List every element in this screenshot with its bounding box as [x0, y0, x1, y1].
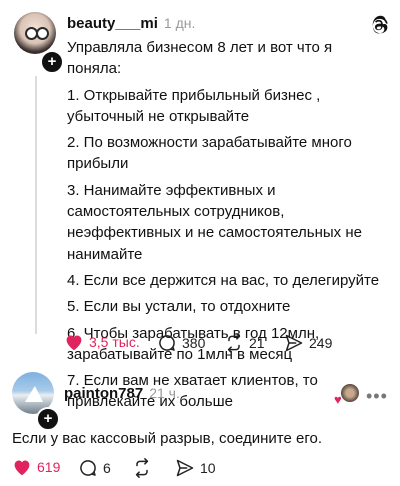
heart-icon [14, 460, 30, 476]
post-text: Управляла бизнесом 8 лет и вот что я пон… [67, 37, 389, 418]
post-time: 21 ч. [149, 385, 180, 401]
repost-button[interactable] [132, 458, 157, 478]
post-line: 1. Открывайте прибыльный бизнес , убыточ… [67, 86, 321, 125]
username[interactable]: painton787 [64, 385, 143, 402]
more-icon[interactable]: ••• [366, 386, 388, 407]
repost-count: 21 [249, 335, 265, 351]
like-count: 3,5 тыс. [89, 334, 140, 350]
share-count: 249 [309, 335, 333, 351]
share-count: 10 [200, 460, 216, 476]
post-line: 2. По возможности зарабатывайте много пр… [67, 134, 352, 173]
share-icon [285, 334, 303, 352]
heart-icon [66, 335, 82, 351]
reacted-user-avatar[interactable] [341, 384, 359, 402]
avatar[interactable] [14, 12, 56, 54]
reply-header: painton787 21 ч. [64, 385, 180, 403]
comment-icon [80, 460, 96, 476]
post-line: 3. Нанимайте эффективных и самостоятельн… [67, 181, 362, 263]
repost-icon [227, 333, 241, 353]
reply-text: Если у вас кассовый разрыв, соедините ег… [12, 430, 322, 447]
share-icon [176, 459, 194, 477]
thread-line [35, 76, 37, 334]
comment-icon [159, 335, 175, 351]
follow-plus-icon[interactable]: + [36, 407, 60, 431]
threads-logo-icon[interactable] [368, 14, 390, 36]
post-line: Управляла бизнесом 8 лет и вот что я пон… [67, 39, 333, 78]
like-button[interactable]: 619 [12, 458, 60, 476]
username[interactable]: beauty___mi [67, 15, 158, 32]
comment-count: 380 [182, 335, 206, 351]
comment-button[interactable]: 380 [157, 333, 205, 353]
like-count: 619 [37, 459, 61, 475]
share-button[interactable]: 249 [284, 333, 332, 353]
comment-count: 6 [103, 460, 111, 476]
post-header: beauty___mi 1 дн. [67, 15, 195, 33]
author-liked-heart-icon: ♥ [334, 392, 342, 407]
share-button[interactable]: 10 [175, 458, 216, 478]
comment-button[interactable]: 6 [78, 458, 111, 478]
post-time: 1 дн. [163, 15, 196, 31]
post-line: 4. Если все держится на вас, то делегиру… [67, 271, 380, 289]
post-line: 5. Если вы устали, то отдохните [67, 298, 291, 316]
follow-plus-icon[interactable]: + [40, 50, 64, 74]
avatar-eye-right [36, 27, 49, 40]
repost-icon [135, 458, 149, 478]
like-button[interactable]: 3,5 тыс. [64, 333, 140, 351]
repost-button[interactable]: 21 [224, 333, 265, 353]
avatar-sail [25, 386, 43, 402]
